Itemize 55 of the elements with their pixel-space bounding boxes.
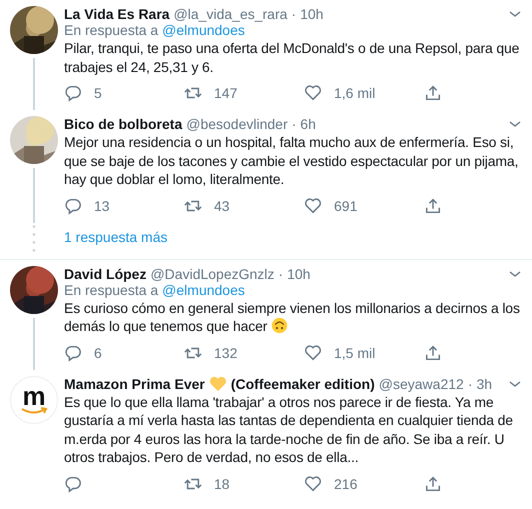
reply-count: 6 <box>94 344 102 360</box>
timestamp[interactable]: 3h <box>476 376 492 392</box>
tweet-text: Mejor una residencia o un hospital, falta mucho aux de enfermería. Eso si, que se baje de los tacones y cambie el vestido espectacular por un pijama, hay que doblar el lomo, literalmente. <box>64 133 520 188</box>
separator-dot: · <box>468 376 472 392</box>
like-count: 216 <box>334 476 358 492</box>
timestamp[interactable]: 10h <box>287 266 310 282</box>
timestamp[interactable]: 10h <box>300 6 324 22</box>
separator-dot: · <box>292 116 296 132</box>
heart-icon[interactable] <box>304 344 322 362</box>
reply-count: 5 <box>94 85 102 101</box>
reply-label: En respuesta a <box>64 22 158 38</box>
like-count: 1,5 mil <box>334 344 376 360</box>
reply-count: 13 <box>94 198 110 214</box>
heart-icon[interactable] <box>304 84 322 102</box>
speech-bubble-icon[interactable] <box>64 344 82 362</box>
display-name[interactable]: Mamazon Prima Ever <box>64 376 205 392</box>
retweet-count: 132 <box>214 344 238 360</box>
tweet-text: Es curioso cómo en general siempre vienen los millonarios a decirnos a los demás lo que tenemos que hacer <box>64 298 521 336</box>
mention-link[interactable]: @elmundoes <box>162 22 245 38</box>
share-icon[interactable] <box>424 84 442 102</box>
display-name[interactable]: Bico de bolboreta <box>64 116 182 132</box>
reply-label: En respuesta a <box>64 282 158 298</box>
user-handle[interactable]: @besodevlinder <box>186 116 288 132</box>
dotted-line-icon <box>32 222 36 252</box>
speech-bubble-icon[interactable] <box>64 474 82 492</box>
tweet-text: Pilar, tranqui, te paso una oferta del McDonald's o de una Repsol, para que trabajes el 24, 25,31 y 6. <box>64 39 520 76</box>
speech-bubble-icon[interactable] <box>64 84 82 102</box>
retweet-count: 147 <box>214 85 238 101</box>
heart-icon[interactable] <box>304 196 322 214</box>
speech-bubble-icon[interactable] <box>64 196 82 214</box>
share-icon[interactable] <box>424 344 442 362</box>
user-handle[interactable]: @DavidLopezGnzlz <box>150 266 274 282</box>
logo-letter: m <box>22 384 46 406</box>
display-name[interactable]: David López <box>64 266 146 282</box>
retweet-count: 18 <box>214 476 230 492</box>
heart-icon <box>208 376 227 392</box>
smile-arrow-icon <box>20 406 48 414</box>
user-handle[interactable]: @la_vida_es_rara <box>174 6 288 22</box>
like-count: 1,6 mil <box>334 85 376 101</box>
name-suffix[interactable]: (Coffeemaker edition) <box>230 376 375 392</box>
retweet-count: 43 <box>214 198 230 214</box>
share-icon[interactable] <box>424 196 442 214</box>
more-replies-link[interactable]: 1 respuesta más <box>64 228 168 252</box>
share-icon[interactable] <box>424 474 442 492</box>
heart-icon[interactable] <box>304 474 322 492</box>
avatar[interactable]: m <box>10 376 58 424</box>
separator-dot: · <box>278 266 284 282</box>
display-name[interactable]: La Vida Es Rara <box>64 6 170 22</box>
like-count: 691 <box>334 198 358 214</box>
tweet-text: Es que lo que ella llama 'trabajar' a otros nos parece ir de fiesta. Ya me gustaría a mí verla hasta las tantas de dependienta en cualquier tienda de m.erda por 4 euros las hora la tarde-noche de fin de año. Se iba a reír. U otros trabajos. Pero de verdad, no esos de ella... <box>64 392 514 466</box>
mention-link[interactable]: @elmundoes <box>162 282 245 298</box>
upside-down-face-icon <box>271 317 288 334</box>
separator-dot: · <box>291 6 296 22</box>
user-handle[interactable]: @seyawa212 <box>378 376 464 392</box>
timestamp[interactable]: 6h <box>300 116 316 132</box>
